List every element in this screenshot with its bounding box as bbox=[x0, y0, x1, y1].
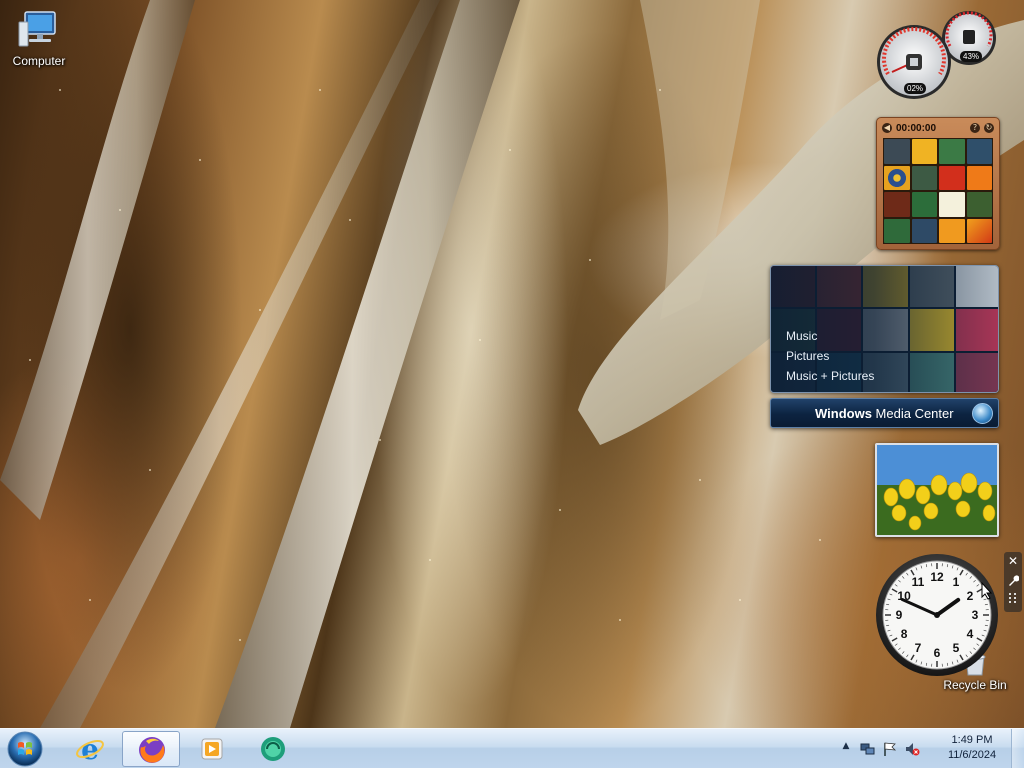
puzzle-tile[interactable] bbox=[939, 165, 965, 190]
clock-number: 5 bbox=[953, 641, 960, 655]
taskbar-app[interactable] bbox=[244, 731, 302, 767]
action-center-flag-icon[interactable] bbox=[882, 741, 898, 757]
grip-icon bbox=[1009, 593, 1016, 603]
mouse-cursor-icon bbox=[981, 582, 993, 600]
media-center-title-bold: Windows bbox=[815, 406, 872, 421]
media-center-title-rest: Media Center bbox=[871, 406, 954, 421]
puzzle-tile[interactable] bbox=[966, 165, 992, 190]
slideshow-gadget[interactable] bbox=[875, 443, 999, 537]
puzzle-tile[interactable] bbox=[966, 139, 992, 164]
green-app-icon bbox=[261, 737, 285, 761]
ie-icon: e bbox=[76, 734, 104, 764]
clock-center-pin bbox=[934, 612, 940, 618]
puzzle-tile[interactable] bbox=[939, 192, 965, 217]
windows-orb-icon bbox=[972, 403, 993, 424]
gadget-controls: ✕ bbox=[1004, 552, 1022, 612]
close-gadget-button[interactable]: ✕ bbox=[1004, 552, 1022, 571]
cpu-percent: 02% bbox=[904, 83, 927, 94]
tulips-image bbox=[877, 445, 997, 535]
puzzle-tile[interactable] bbox=[911, 192, 937, 217]
puzzle-tile[interactable] bbox=[884, 139, 910, 164]
puzzle-tile[interactable] bbox=[966, 218, 992, 243]
media-player-icon bbox=[201, 738, 223, 760]
clock-number: 8 bbox=[901, 627, 908, 641]
menu-item-pictures[interactable]: Pictures bbox=[786, 346, 874, 366]
clock-number: 7 bbox=[915, 641, 922, 655]
memory-percent: 43% bbox=[960, 51, 983, 62]
puzzle-tile[interactable] bbox=[911, 165, 937, 190]
start-button[interactable] bbox=[5, 730, 45, 768]
puzzle-tile[interactable] bbox=[884, 218, 910, 243]
clock-number: 4 bbox=[967, 627, 974, 641]
clock-number: 3 bbox=[972, 608, 979, 622]
clock-number: 9 bbox=[896, 608, 903, 622]
puzzle-show-icon[interactable]: ◀ bbox=[882, 123, 892, 133]
firefox-icon bbox=[139, 737, 165, 763]
taskbar-internet-explorer[interactable]: e bbox=[61, 731, 119, 767]
tray-time: 1:49 PM bbox=[951, 734, 993, 746]
clock-gadget[interactable]: 12 1 2 3 4 5 6 7 8 9 10 11 bbox=[874, 552, 1000, 678]
puzzle-tile[interactable] bbox=[911, 218, 937, 243]
notification-area: ▲ 1:49 PM 11/6/2024 bbox=[834, 729, 1024, 768]
puzzle-toolbar: ◀ 00:00:00 ? ↻ bbox=[882, 121, 994, 135]
taskbar-clock[interactable]: 1:49 PM 11/6/2024 bbox=[940, 733, 1004, 763]
puzzle-tile[interactable] bbox=[966, 192, 992, 217]
puzzle-help-icon[interactable]: ? bbox=[970, 123, 980, 133]
show-hidden-icons[interactable]: ▲ bbox=[838, 741, 854, 757]
clock-number: 12 bbox=[930, 570, 944, 584]
puzzle-tile[interactable] bbox=[939, 218, 965, 243]
clock-number: 11 bbox=[912, 575, 925, 589]
taskbar: e ▲ 1:49 PM 11/6/2024 bbox=[0, 728, 1024, 768]
recycle-bin-label: Recycle Bin bbox=[943, 678, 1007, 692]
taskbar-firefox[interactable] bbox=[122, 731, 180, 767]
picture-puzzle-gadget[interactable]: ◀ 00:00:00 ? ↻ bbox=[876, 117, 1000, 250]
puzzle-grid[interactable] bbox=[883, 138, 993, 244]
wrench-icon bbox=[1009, 575, 1020, 586]
computer-label: Computer bbox=[12, 54, 66, 68]
media-center-banner[interactable]: Windows Media Center bbox=[770, 398, 999, 428]
cpu-meter-gadget[interactable]: 02% 43% bbox=[874, 8, 1000, 100]
puzzle-timer: 00:00:00 bbox=[896, 122, 937, 134]
puzzle-tile[interactable] bbox=[884, 165, 910, 190]
menu-item-music[interactable]: Music bbox=[786, 326, 874, 346]
clock-face: 12 1234567891011 bbox=[876, 554, 998, 676]
volume-muted-icon[interactable] bbox=[904, 741, 920, 757]
clock-number: 6 bbox=[934, 646, 941, 660]
drag-gadget-handle[interactable] bbox=[1004, 590, 1022, 609]
gadget-options-button[interactable] bbox=[1004, 571, 1022, 590]
clock-number: 1 bbox=[953, 575, 960, 589]
media-center-menu: Music Pictures Music + Pictures bbox=[786, 326, 874, 386]
network-icon[interactable] bbox=[860, 741, 876, 757]
puzzle-tile[interactable] bbox=[939, 139, 965, 164]
taskbar-media-player[interactable] bbox=[183, 731, 241, 767]
media-center-title: Windows Media Center bbox=[815, 406, 954, 421]
show-desktop-button[interactable] bbox=[1011, 729, 1024, 768]
desktop-icon-computer[interactable]: Computer bbox=[1, 8, 77, 68]
start-orb-icon bbox=[7, 731, 43, 767]
tray-date: 11/6/2024 bbox=[947, 749, 997, 761]
clock-number: 2 bbox=[967, 589, 974, 603]
computer-icon bbox=[18, 11, 56, 47]
puzzle-restart-icon[interactable]: ↻ bbox=[984, 123, 994, 133]
puzzle-tile[interactable] bbox=[884, 192, 910, 217]
puzzle-tile[interactable] bbox=[911, 139, 937, 164]
menu-item-music-pictures[interactable]: Music + Pictures bbox=[786, 366, 874, 386]
svg-text:e: e bbox=[81, 734, 99, 764]
media-center-gadget[interactable]: Music Pictures Music + Pictures bbox=[770, 265, 999, 393]
